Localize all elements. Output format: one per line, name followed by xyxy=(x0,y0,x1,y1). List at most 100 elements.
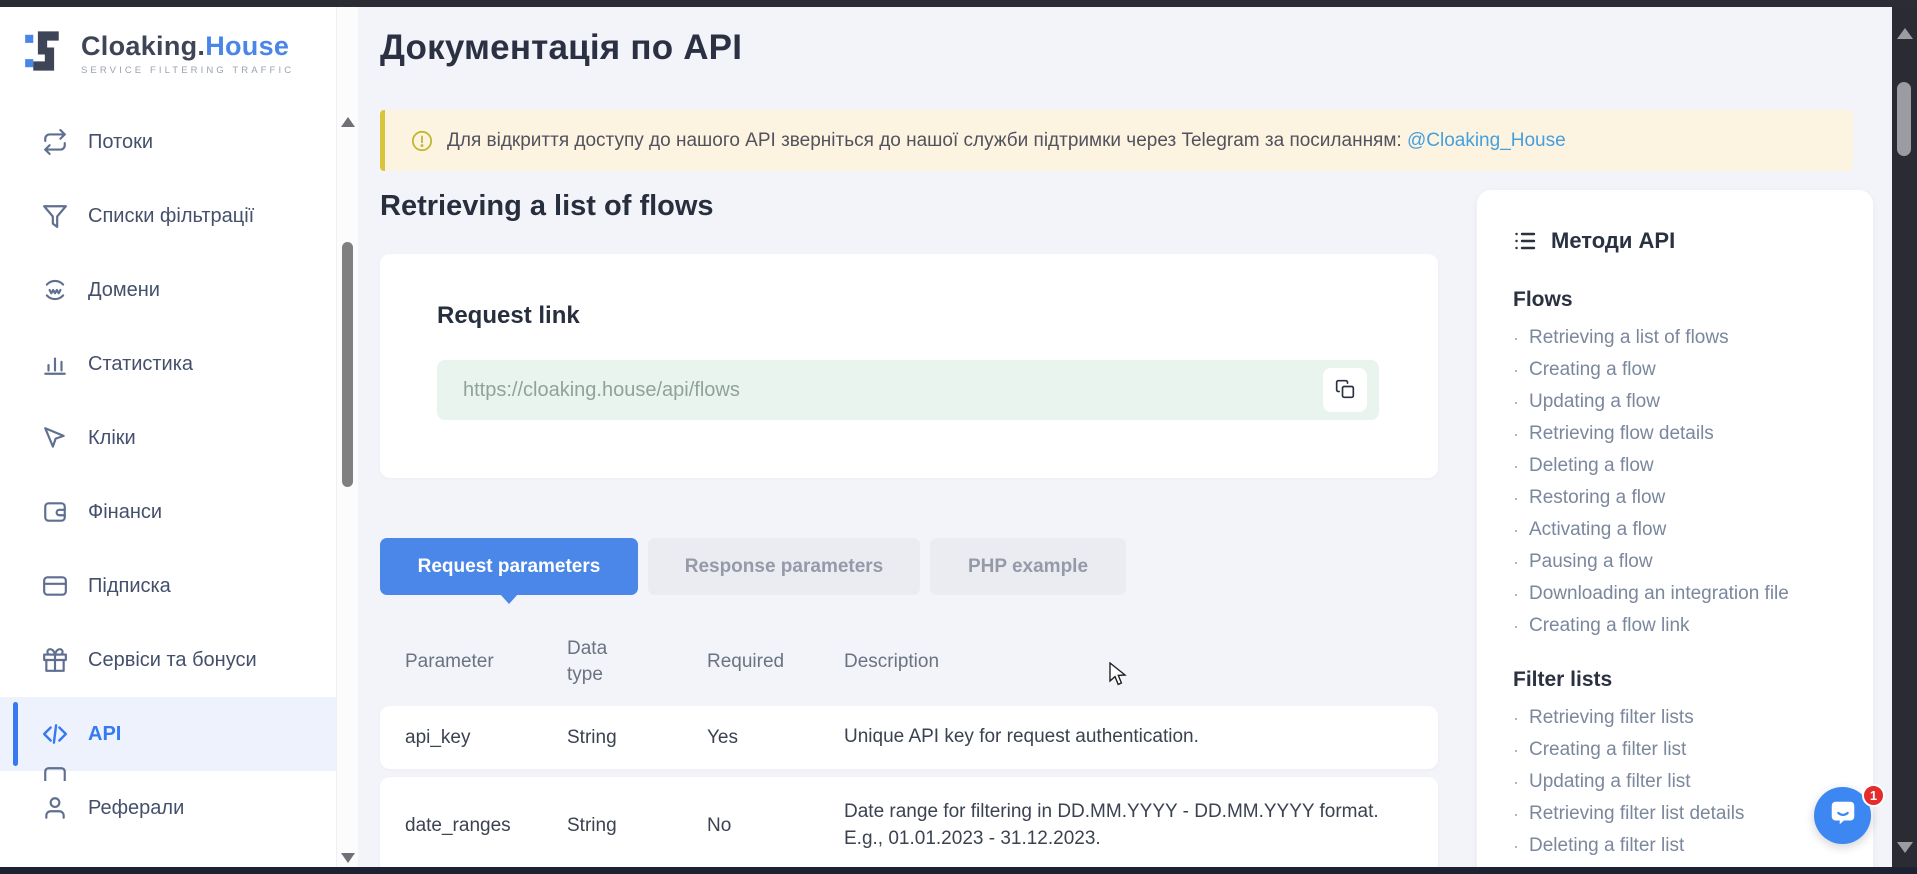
filter-icon xyxy=(42,203,68,229)
window-bottom-edge xyxy=(0,867,1917,874)
request-url: https://cloaking.house/api/flows xyxy=(463,360,740,420)
code-icon xyxy=(42,721,68,747)
method-link[interactable]: ·Retrieving filter lists xyxy=(1513,702,1837,734)
sidebar-item-label: Статистика xyxy=(88,353,193,376)
method-link[interactable]: ·Retrieving a list of flows xyxy=(1513,322,1837,354)
bullet: · xyxy=(1513,521,1519,539)
method-link[interactable]: ·Retrieving filter list details xyxy=(1513,798,1837,830)
bullet: · xyxy=(1513,553,1519,571)
table-header: Parameter Data type Required Description xyxy=(380,622,1438,702)
cell-description: Date range for filtering in DD.MM.YYYY -… xyxy=(844,799,1413,852)
method-link[interactable]: ·Retrieving flow details xyxy=(1513,418,1837,450)
scroll-up-arrow[interactable] xyxy=(341,117,355,127)
bullet: · xyxy=(1513,425,1519,443)
tab-php-example[interactable]: PHP example xyxy=(930,538,1126,595)
copy-button[interactable] xyxy=(1323,368,1367,412)
cell-parameter: api_key xyxy=(405,727,567,749)
method-link[interactable]: ·Updating a filter list xyxy=(1513,766,1837,798)
parameter-tabs: Request parameters Response parameters P… xyxy=(380,538,1126,595)
bullet: · xyxy=(1513,457,1519,475)
sidebar-item-referrals[interactable]: Реферали xyxy=(0,771,336,845)
bullet: · xyxy=(1513,489,1519,507)
method-link[interactable]: ·Deleting a filter list xyxy=(1513,830,1837,862)
sidebar-item-services-bonuses[interactable]: Сервіси та бонуси xyxy=(0,623,336,697)
gift-icon xyxy=(42,647,68,673)
alert-text: Для відкриття доступу до нашого API звер… xyxy=(447,130,1566,152)
sidebar-item-statistics[interactable]: Статистика xyxy=(0,327,336,401)
method-link[interactable]: ·Creating a filter list xyxy=(1513,734,1837,766)
sidebar-item-label: Фінанси xyxy=(88,501,162,524)
tab-response-parameters[interactable]: Response parameters xyxy=(648,538,920,595)
warning-icon xyxy=(411,130,433,152)
methods-section-filter-lists: Filter lists xyxy=(1513,668,1837,692)
copy-icon xyxy=(1335,379,1355,402)
sidebar-item-label: Потоки xyxy=(88,131,153,154)
sidebar-item-label: Кліки xyxy=(88,427,136,450)
method-link[interactable]: ·Activating a flow xyxy=(1513,514,1837,546)
method-link[interactable]: ·Updating a flow xyxy=(1513,386,1837,418)
sidebar-item-clicks[interactable]: Кліки xyxy=(0,401,336,475)
bullet: · xyxy=(1513,585,1519,603)
method-link[interactable]: ·Downloading an integration file xyxy=(1513,578,1837,610)
bullet: · xyxy=(1513,741,1519,759)
sidebar-item-finance[interactable]: Фінанси xyxy=(0,475,336,549)
chat-bubble-icon xyxy=(1828,798,1858,833)
cell-description: Unique API key for request authenticatio… xyxy=(844,724,1413,751)
tab-request-parameters[interactable]: Request parameters xyxy=(380,538,638,595)
sidebar-item-label: Списки фільтрації xyxy=(88,205,254,228)
table-row: date_ranges String No Date range for fil… xyxy=(380,777,1438,874)
window-scrollbar[interactable] xyxy=(1892,0,1917,874)
column-header-description: Description xyxy=(844,651,1413,673)
sidebar-item-subscription[interactable]: Підписка xyxy=(0,549,336,623)
sidebar-item-domains[interactable]: Домени xyxy=(0,253,336,327)
section-heading: Retrieving a list of flows xyxy=(380,190,714,223)
sidebar: Cloaking.House SERVICE FILTERING TRAFFIC… xyxy=(0,7,336,867)
content-scrollbar[interactable] xyxy=(336,7,358,867)
bullet: · xyxy=(1513,805,1519,823)
brand-logo-icon xyxy=(24,29,68,78)
column-header-required: Required xyxy=(707,651,844,673)
method-link[interactable]: ·Pausing a flow xyxy=(1513,546,1837,578)
cell-parameter: date_ranges xyxy=(405,815,567,837)
scrollbar-thumb[interactable] xyxy=(342,242,353,487)
sidebar-item-filter-lists[interactable]: Списки фільтрації xyxy=(0,179,336,253)
bullet: · xyxy=(1513,617,1519,635)
api-access-alert: Для відкриття доступу до нашого API звер… xyxy=(380,110,1853,171)
chat-notification-badge: 1 xyxy=(1862,784,1885,807)
brand-name: Cloaking.House xyxy=(81,31,294,62)
scroll-down-arrow[interactable] xyxy=(341,853,355,863)
cell-required: Yes xyxy=(707,727,844,749)
telegram-link[interactable]: @Cloaking_House xyxy=(1407,130,1566,151)
bullet: · xyxy=(1513,393,1519,411)
scroll-up-arrow[interactable] xyxy=(1897,28,1913,39)
method-link[interactable]: ·Deleting a flow xyxy=(1513,450,1837,482)
method-link[interactable]: ·Creating a flow link xyxy=(1513,610,1837,642)
method-link[interactable]: ·Creating a flow xyxy=(1513,354,1837,386)
bullet: · xyxy=(1513,709,1519,727)
bullet: · xyxy=(1513,773,1519,791)
request-link-title: Request link xyxy=(437,302,580,330)
methods-panel-title: Методи API xyxy=(1551,228,1675,254)
page-title: Документація по API xyxy=(380,28,742,68)
request-link-card: Request link https://cloaking.house/api/… xyxy=(380,254,1438,478)
bullet: · xyxy=(1513,329,1519,347)
cursor-icon xyxy=(42,425,68,451)
brand-logo[interactable]: Cloaking.House SERVICE FILTERING TRAFFIC xyxy=(24,29,294,78)
bullet: · xyxy=(1513,361,1519,379)
scrollbar-thumb[interactable] xyxy=(1897,82,1911,156)
sidebar-item-api[interactable]: API xyxy=(0,697,336,771)
window-top-edge xyxy=(0,0,1917,7)
cell-required: No xyxy=(707,815,844,837)
table-row: api_key String Yes Unique API key for re… xyxy=(380,706,1438,769)
bullet: · xyxy=(1513,837,1519,855)
request-url-box: https://cloaking.house/api/flows xyxy=(437,360,1379,420)
column-header-parameter: Parameter xyxy=(405,651,567,673)
brand-tagline: SERVICE FILTERING TRAFFIC xyxy=(81,65,294,76)
globe-icon xyxy=(42,277,68,303)
scroll-down-arrow[interactable] xyxy=(1897,842,1913,853)
credit-card-icon xyxy=(42,573,68,599)
sidebar-item-flows[interactable]: Потоки xyxy=(0,105,336,179)
method-link[interactable]: ·Restoring a flow xyxy=(1513,482,1837,514)
sidebar-item-label: Домени xyxy=(88,279,160,302)
cell-data-type: String xyxy=(567,727,707,749)
